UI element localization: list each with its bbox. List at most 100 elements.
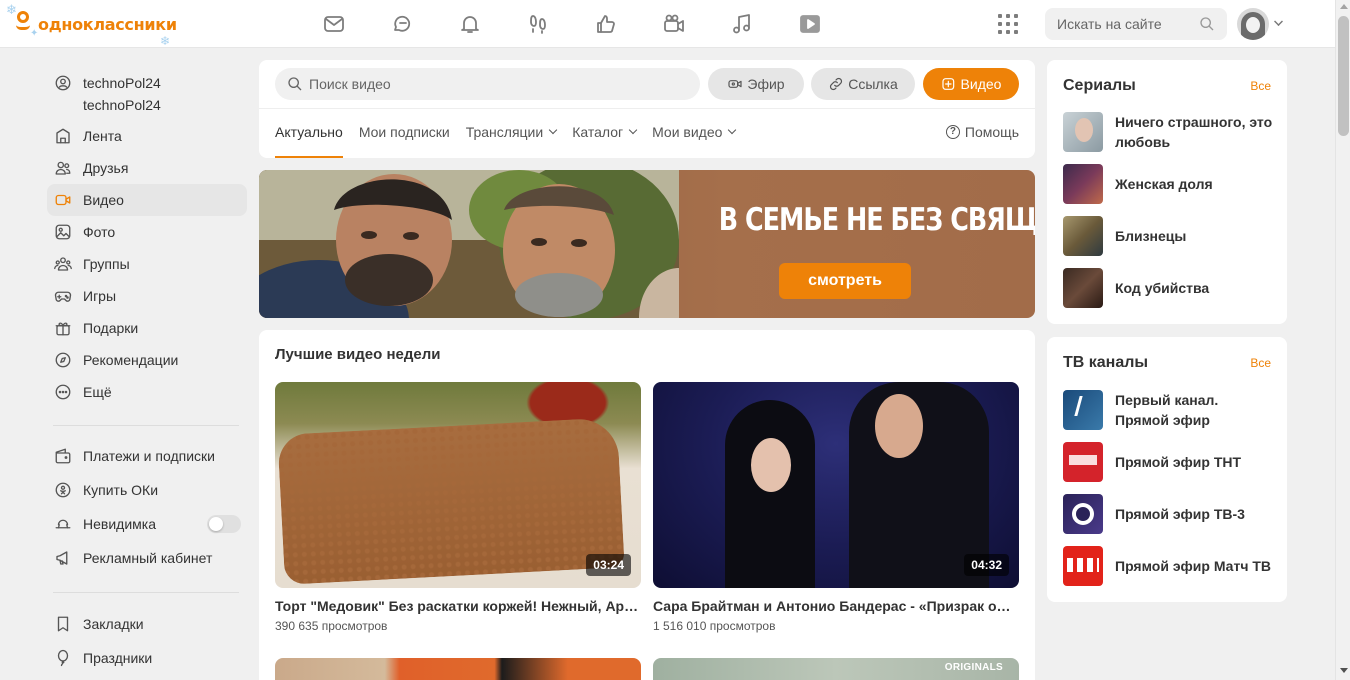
sidebar-item-label: Купить ОКи [83, 482, 159, 498]
ok-logo[interactable]: одноклассники [14, 6, 177, 42]
tab-label: Мои видео [652, 124, 723, 140]
tv-title: ТВ каналы [1063, 354, 1149, 371]
sidebar-item-buy-oki[interactable]: Купить ОКи [47, 474, 247, 506]
sidebar-item-bookmarks[interactable]: Закладки [47, 608, 247, 640]
sidebar-item-gifts[interactable]: Подарки [47, 312, 247, 344]
serial-item[interactable]: Близнецы [1063, 216, 1273, 256]
best-videos-section: Лучшие видео недели 03:24 Торт "Медовик"… [259, 330, 1035, 680]
sidebar-item-photo[interactable]: Фото [47, 216, 247, 248]
tab-actual[interactable]: Актуально [275, 124, 343, 158]
serials-all-link[interactable]: Все [1250, 79, 1271, 93]
banner-watch-button[interactable]: смотреть [779, 263, 911, 299]
coin-icon [55, 482, 71, 498]
events-button[interactable] [572, 10, 640, 38]
sidebar-item-label: Группы [83, 256, 130, 272]
video-search-placeholder: Поиск видео [309, 76, 391, 92]
video-thumbnail[interactable]: 03:24 [275, 382, 641, 588]
serial-item[interactable]: Женская доля [1063, 164, 1273, 204]
apps-grid-icon[interactable] [998, 14, 1018, 34]
sidebar-item-holidays[interactable]: Праздники [47, 642, 247, 674]
promo-banner[interactable]: В СЕМЬЕ НЕ БЕЗ СВЯЩЕННИКА смотреть [259, 170, 1035, 318]
sidebar-item-label: Друзья [83, 160, 129, 176]
invisible-toggle[interactable] [207, 515, 241, 533]
sidebar-item-feed[interactable]: Лента [47, 120, 247, 152]
sidebar-item-ads-cabinet[interactable]: Рекламный кабинет [47, 542, 247, 574]
chevron-down-icon[interactable] [1274, 17, 1283, 26]
scroll-up-icon[interactable] [1340, 4, 1348, 9]
tv-item[interactable]: Прямой эфир ТВ-3 [1063, 494, 1273, 534]
upload-video-button[interactable]: Видео [923, 68, 1019, 100]
tab-catalog[interactable]: Каталог [572, 124, 638, 158]
tv-title-item: Прямой эфир ТНТ [1115, 454, 1242, 470]
serial-title: Код убийства [1115, 280, 1210, 296]
user-name: technoPol24 [83, 75, 161, 91]
user-profile-link[interactable]: technoPol24 technoPol24 [53, 72, 161, 116]
video-title[interactable]: Торт "Медовик" Без раскатки коржей! Нежн… [275, 598, 641, 614]
video-icon [55, 194, 71, 206]
tnt-logo [1063, 442, 1103, 482]
logo-text: одноклассники [38, 14, 177, 34]
wallet-icon [55, 448, 71, 464]
serial-item[interactable]: Ничего страшного, это любовь [1063, 112, 1273, 152]
tv-all-link[interactable]: Все [1250, 356, 1271, 370]
sidebar-item-payments[interactable]: Платежи и подписки [47, 440, 247, 472]
tv-item[interactable]: Прямой эфир Матч ТВ [1063, 546, 1273, 586]
like-icon [597, 15, 615, 33]
guests-button[interactable] [504, 10, 572, 38]
video-thumbnail[interactable]: 04:32 [653, 382, 1019, 588]
sidebar-item-video[interactable]: Видео [47, 184, 247, 216]
music-button[interactable] [708, 10, 776, 38]
help-label: Помощь [964, 124, 1019, 140]
tv-item[interactable]: Первый канал. Прямой эфир [1063, 390, 1273, 430]
scroll-down-icon[interactable] [1340, 668, 1348, 673]
sidebar-item-friends[interactable]: Друзья [47, 152, 247, 184]
music-icon [733, 14, 750, 34]
video-nav-button[interactable] [640, 10, 708, 38]
top-nav [300, 10, 844, 38]
user-login: technoPol24 [83, 97, 161, 113]
serial-thumbnail [1063, 268, 1103, 308]
friends-icon [55, 161, 71, 175]
video-views: 390 635 просмотров [275, 619, 388, 633]
notifications-button[interactable] [436, 10, 504, 38]
link-icon [830, 77, 843, 91]
discussions-button[interactable] [368, 10, 436, 38]
serial-item[interactable]: Код убийства [1063, 268, 1273, 308]
avatar[interactable] [1237, 8, 1269, 40]
video-search-input[interactable]: Поиск видео [275, 68, 700, 100]
live-button-label: Эфир [747, 76, 785, 92]
tab-broadcasts[interactable]: Трансляции [466, 124, 558, 158]
tab-my-videos[interactable]: Мои видео [652, 124, 737, 158]
live-button[interactable]: Эфир [708, 68, 804, 100]
tv-item[interactable]: Прямой эфир ТНТ [1063, 442, 1273, 482]
photo-icon [55, 224, 71, 240]
chevron-down-icon [548, 125, 558, 135]
video-thumbnail[interactable]: ORIGINALS [653, 658, 1019, 680]
balloon-icon [57, 649, 69, 667]
groups-icon [54, 257, 72, 271]
site-search-input[interactable]: Искать на сайте [1045, 8, 1227, 40]
tab-label: Мои подписки [358, 124, 450, 140]
scrollbar-thumb[interactable] [1338, 16, 1349, 136]
page-scrollbar[interactable] [1335, 0, 1350, 680]
sidebar-item-label: Рекомендации [83, 352, 179, 368]
sidebar-item-label: Фото [83, 224, 116, 240]
sidebar-item-groups[interactable]: Группы [47, 248, 247, 280]
sidebar-item-games[interactable]: Игры [47, 280, 247, 312]
clips-button[interactable] [776, 10, 844, 38]
help-link[interactable]: ? Помощь [945, 124, 1019, 140]
messages-button[interactable] [300, 10, 368, 38]
video-thumbnail[interactable] [275, 658, 641, 680]
feed-icon [56, 128, 70, 144]
video-card[interactable]: 04:32 Сара Брайтман и Антонио Бандерас -… [653, 382, 1019, 633]
tab-my-subscriptions[interactable]: Мои подписки [359, 124, 450, 158]
section-title: Лучшие видео недели [275, 346, 441, 363]
video-card[interactable]: 03:24 Торт "Медовик" Без раскатки коржей… [275, 382, 641, 633]
sidebar-item-recommendations[interactable]: Рекомендации [47, 344, 247, 376]
originals-badge: ORIGINALS [944, 662, 1003, 673]
link-button[interactable]: Ссылка [811, 68, 915, 100]
video-title[interactable]: Сара Брайтман и Антонио Бандерас - «Приз… [653, 598, 1019, 614]
tab-label: Каталог [572, 124, 624, 140]
chat-icon [394, 15, 411, 32]
sidebar-item-more[interactable]: Ещё [47, 376, 247, 408]
